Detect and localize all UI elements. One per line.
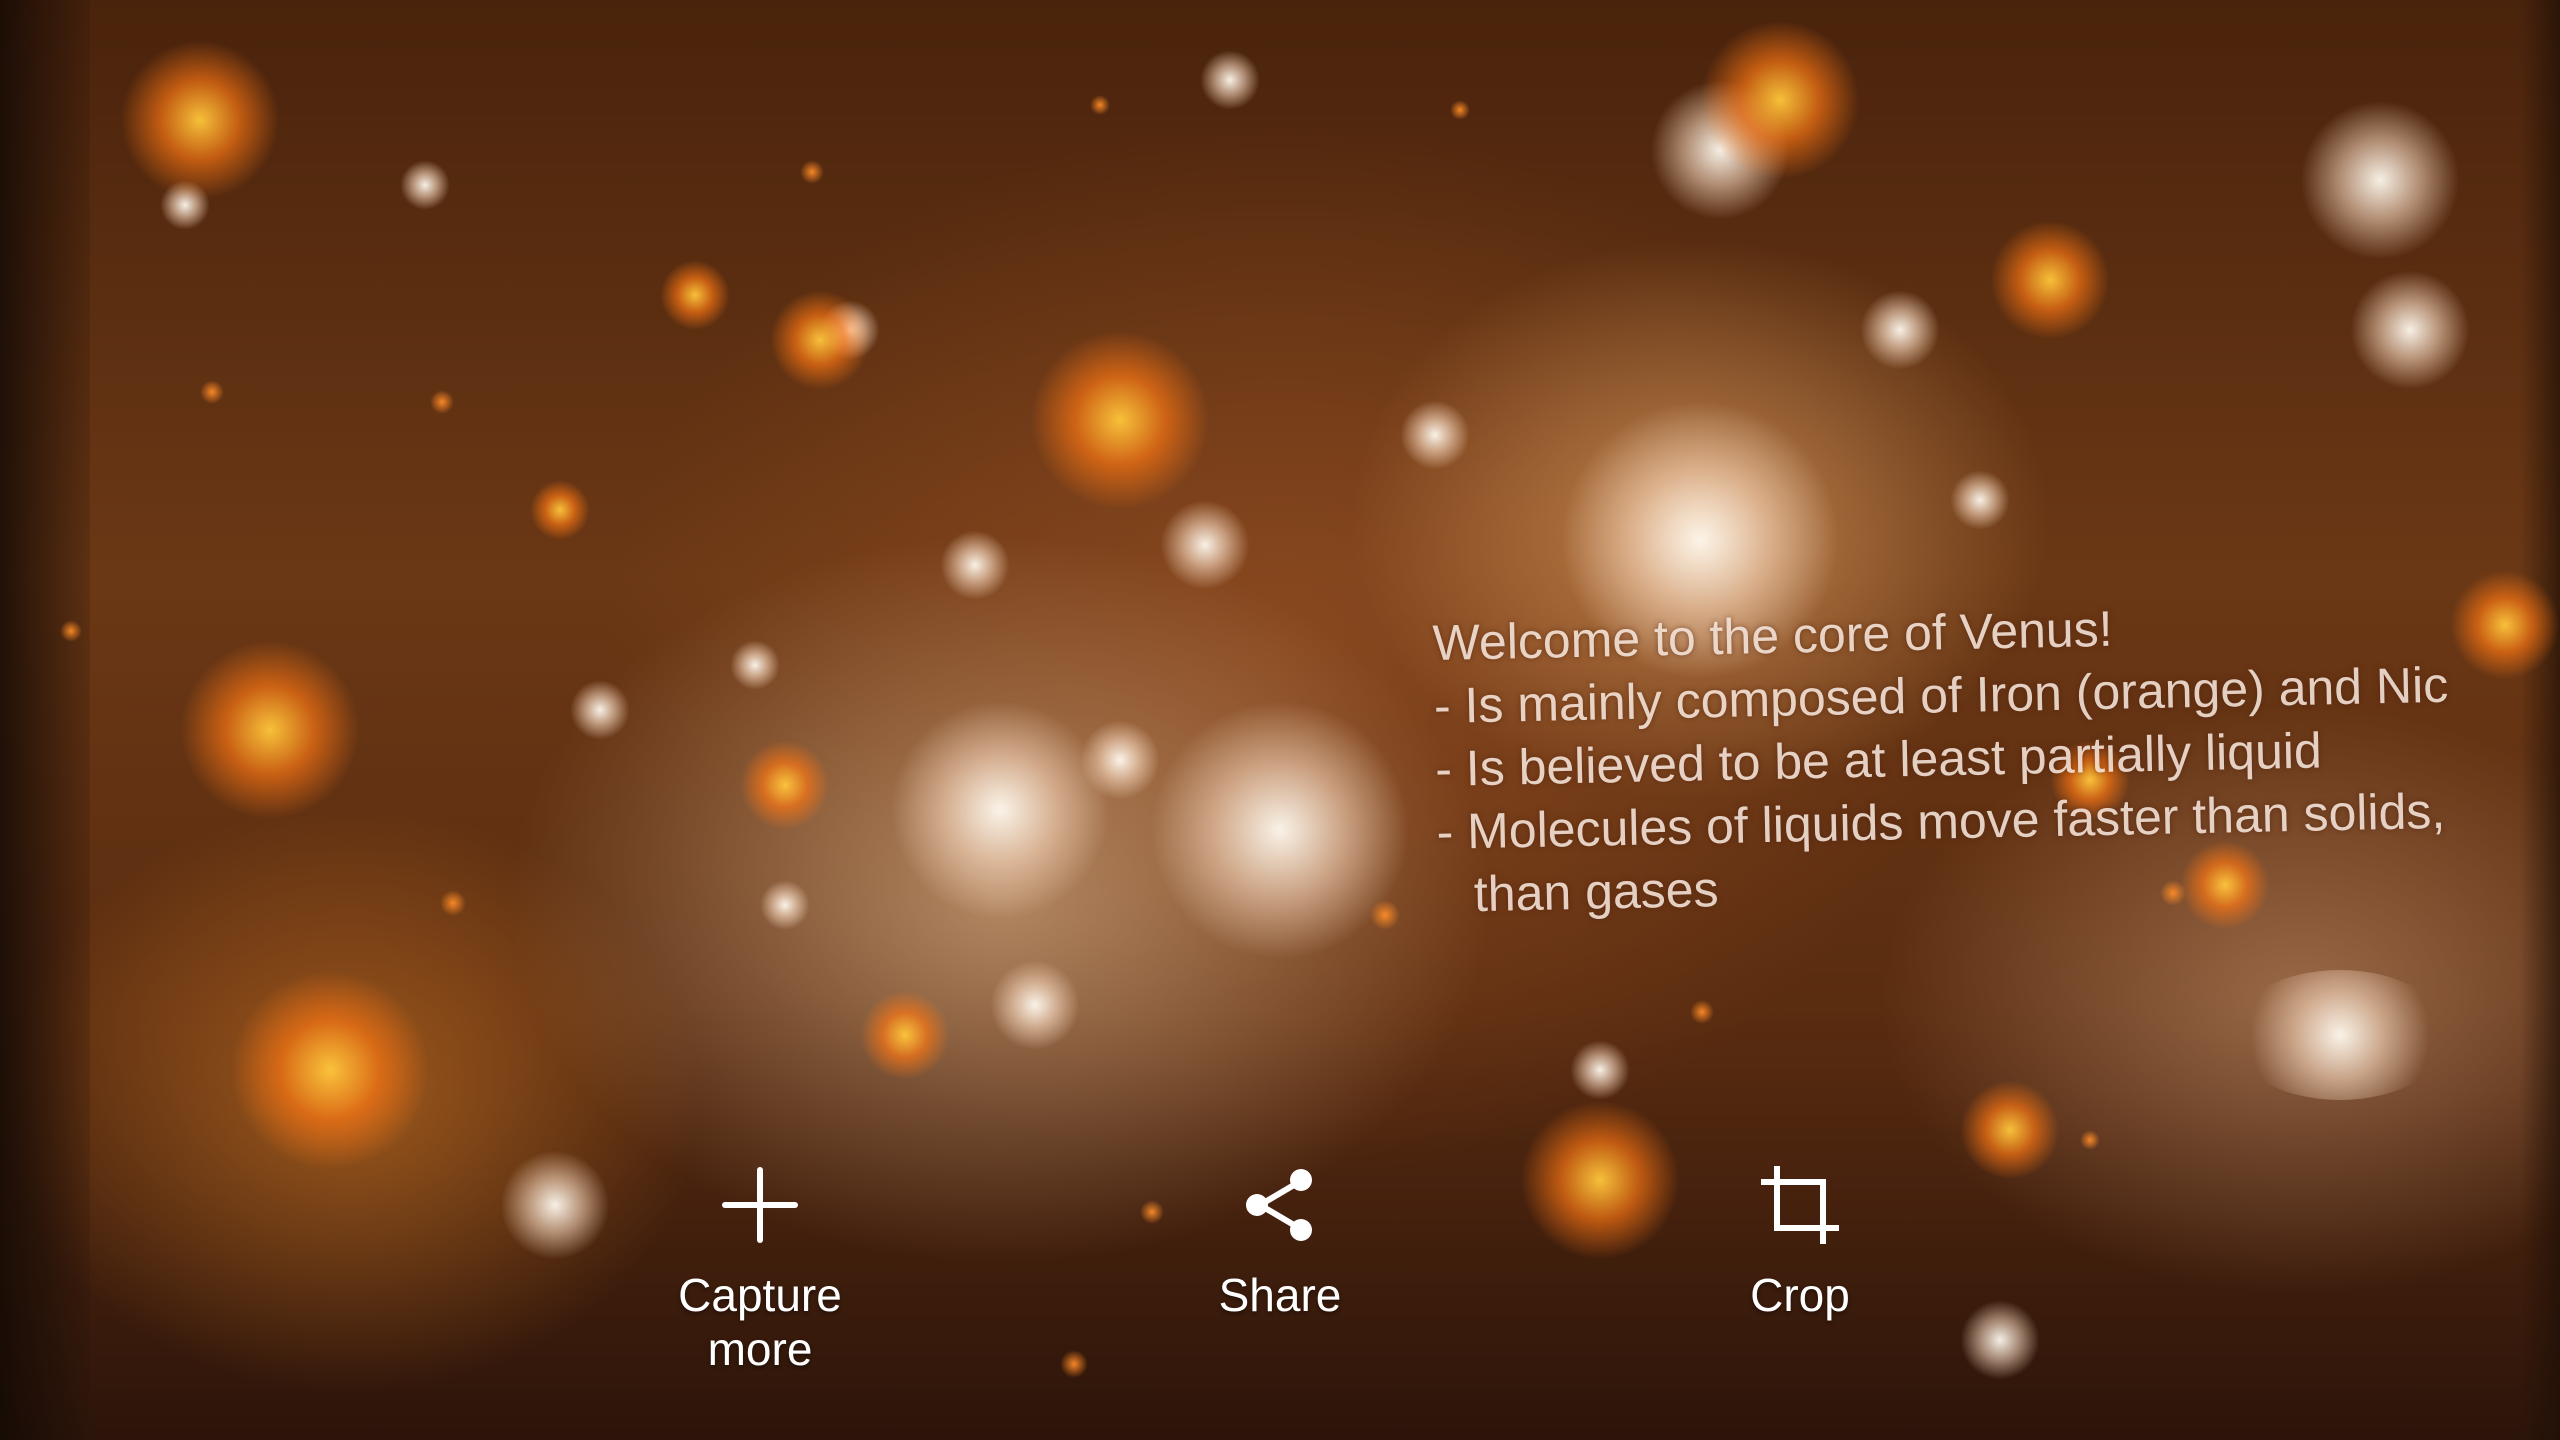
star: [1030, 330, 1210, 510]
crop-button[interactable]: Crop: [1650, 1160, 1950, 1322]
star: [660, 260, 730, 330]
crop-icon: [1761, 1166, 1839, 1244]
star: [1080, 720, 1160, 800]
star: [1700, 20, 1860, 180]
screenshot-toolbar: Capture more Share Crop: [0, 1160, 2560, 1420]
star: [800, 160, 824, 184]
star: [1400, 400, 1470, 470]
star: [180, 640, 360, 820]
share-label: Share: [1218, 1269, 1342, 1321]
star: [2300, 100, 2460, 260]
star: [440, 890, 466, 916]
star: [2080, 1130, 2100, 1150]
capture-more-label: Capture more: [678, 1269, 842, 1375]
star: [430, 390, 454, 414]
star: [890, 700, 1110, 920]
star: [1200, 50, 1260, 110]
star: [770, 290, 870, 390]
star: [860, 990, 950, 1080]
star: [990, 960, 1080, 1050]
star: [530, 480, 590, 540]
star: [570, 680, 630, 740]
star: [2350, 270, 2470, 390]
star: [1570, 1040, 1630, 1100]
star: [400, 160, 450, 210]
plus-icon: [722, 1167, 798, 1243]
share-icon: [1246, 1169, 1312, 1241]
info-overlay-text: Welcome to the core of Venus! - Is mainl…: [1432, 587, 2560, 927]
capture-more-button[interactable]: Capture more: [610, 1160, 910, 1376]
star: [1370, 900, 1400, 930]
star: [200, 380, 224, 404]
star: [1860, 290, 1940, 370]
star: [1090, 95, 1110, 115]
star: [730, 640, 780, 690]
star: [1990, 220, 2110, 340]
star: [60, 620, 82, 642]
star: [1950, 470, 2010, 530]
star: [120, 40, 280, 200]
star: [2230, 970, 2450, 1100]
share-button[interactable]: Share: [1130, 1160, 1430, 1322]
star: [740, 740, 830, 830]
star: [1690, 1000, 1714, 1024]
crop-label: Crop: [1750, 1269, 1850, 1321]
star: [230, 970, 430, 1170]
star: [940, 530, 1010, 600]
star: [1450, 100, 1470, 120]
star: [1160, 500, 1250, 590]
star: [760, 880, 810, 930]
